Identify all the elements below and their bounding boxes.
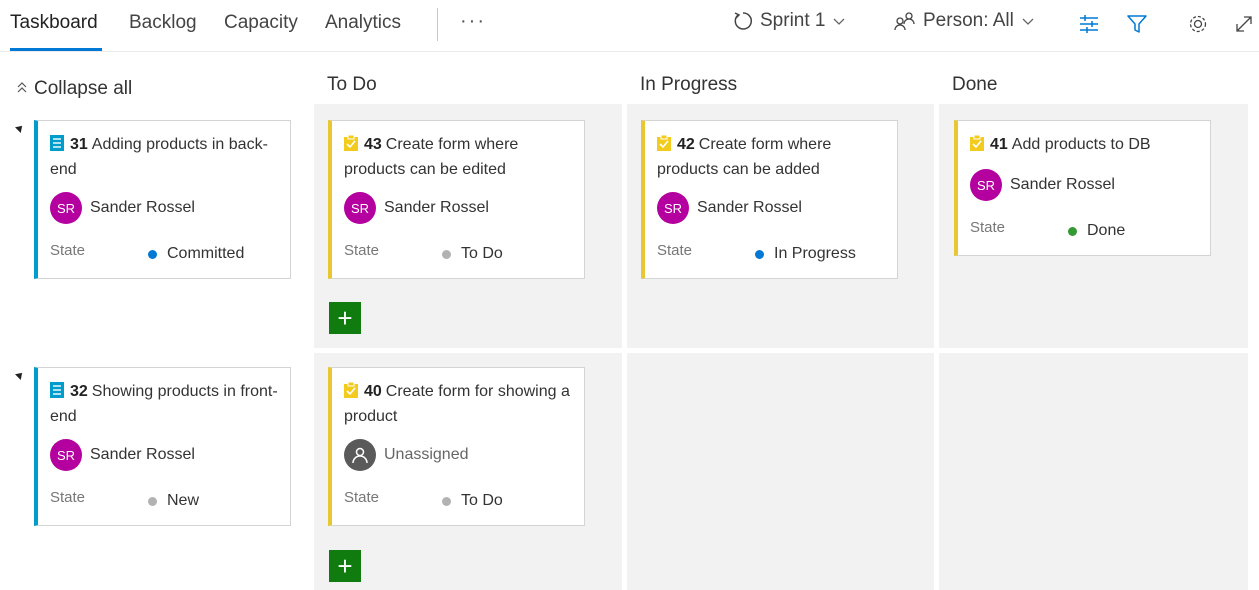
lane-cell-row2-done — [939, 353, 1248, 590]
chevron-down-icon — [1020, 13, 1036, 29]
tab-taskboard[interactable]: Taskboard — [10, 12, 98, 34]
avatar: SR — [344, 192, 376, 224]
settings-sliders-icon[interactable] — [1075, 10, 1103, 38]
avatar: SR — [50, 192, 82, 224]
work-item-id[interactable]: 32 — [70, 383, 88, 400]
card-title: 32 Showing products in front-end — [50, 380, 282, 428]
chevron-down-icon — [831, 13, 847, 29]
tab-divider — [437, 8, 438, 41]
expand-icon[interactable] — [1230, 10, 1258, 38]
work-item-id[interactable]: 42 — [677, 136, 695, 153]
state-text: Committed — [167, 245, 245, 262]
state-label: State — [50, 489, 86, 506]
person-icon — [893, 10, 917, 32]
sprint-icon — [732, 10, 754, 32]
state-text: In Progress — [774, 245, 856, 262]
collapse-icon — [16, 78, 28, 100]
collapse-all-button[interactable]: Collapse all — [16, 78, 132, 100]
state-text: Done — [1087, 222, 1126, 239]
task-clipboard-icon — [657, 134, 671, 158]
tab-backlog[interactable]: Backlog — [129, 12, 197, 34]
card-title: 41 Add products to DB — [970, 133, 1202, 158]
work-item-id[interactable]: 43 — [364, 136, 382, 153]
assignee[interactable]: SR Sander Rossel — [344, 192, 489, 224]
active-tab-indicator — [10, 48, 102, 51]
state-text: To Do — [461, 492, 503, 509]
state-value[interactable]: To Do — [442, 492, 503, 510]
work-item-id[interactable]: 40 — [364, 383, 382, 400]
tab-capacity[interactable]: Capacity — [224, 12, 298, 34]
assignee-name: Unassigned — [384, 446, 469, 463]
add-task-button[interactable]: + — [329, 302, 361, 334]
backlog-item-icon — [50, 135, 64, 158]
collapse-all-label: Collapse all — [34, 78, 133, 99]
gear-icon[interactable] — [1184, 10, 1212, 38]
sprint-label: Sprint 1 — [760, 10, 826, 31]
avatar: SR — [970, 169, 1002, 201]
sprint-picker[interactable]: Sprint 1 — [732, 10, 847, 32]
task-card[interactable]: 40 Create form for showing a product Unas… — [328, 367, 585, 526]
column-header-in-progress: In Progress — [640, 74, 738, 95]
column-header-todo: To Do — [327, 74, 377, 95]
assignee-name: Sander Rossel — [384, 199, 489, 216]
state-text: To Do — [461, 245, 503, 262]
unassigned-avatar-icon — [344, 439, 376, 471]
state-label: State — [344, 242, 380, 259]
card-title: 31 Adding products in back-end — [50, 133, 282, 181]
more-options-button[interactable]: ··· — [460, 10, 486, 33]
state-dot-new — [148, 496, 157, 506]
avatar: SR — [50, 439, 82, 471]
task-clipboard-icon — [970, 134, 984, 158]
task-clipboard-icon — [344, 134, 358, 158]
state-value[interactable]: New — [148, 492, 199, 510]
row-expander-icon[interactable] — [15, 370, 25, 380]
assignee[interactable]: SR Sander Rossel — [970, 169, 1115, 201]
column-header-done: Done — [952, 74, 998, 95]
assignee-name: Sander Rossel — [697, 199, 802, 216]
state-value[interactable]: In Progress — [755, 245, 856, 263]
backlog-item-icon — [50, 382, 64, 405]
state-dot-in-progress — [755, 249, 764, 259]
pbi-card[interactable]: 31 Adding products in back-end SR Sander … — [34, 120, 291, 279]
avatar: SR — [657, 192, 689, 224]
state-text: New — [167, 492, 200, 509]
state-value[interactable]: To Do — [442, 245, 503, 263]
state-dot-todo — [442, 249, 451, 259]
add-task-button[interactable]: + — [329, 550, 361, 582]
work-item-id[interactable]: 31 — [70, 136, 88, 153]
work-item-id[interactable]: 41 — [990, 136, 1008, 153]
state-label: State — [50, 242, 86, 259]
state-dot-todo — [442, 496, 451, 506]
state-dot-committed — [148, 249, 157, 259]
card-title: 40 Create form for showing a product — [344, 380, 576, 428]
task-card[interactable]: 42 Create form where products can be adde… — [641, 120, 898, 279]
task-clipboard-icon — [344, 381, 358, 405]
assignee-name: Sander Rossel — [90, 199, 195, 216]
card-title: 43 Create form where products can be edit… — [344, 133, 576, 181]
person-filter[interactable]: Person: All — [893, 10, 1036, 32]
state-dot-done — [1068, 226, 1077, 236]
filter-icon[interactable] — [1123, 10, 1151, 38]
assignee-name: Sander Rossel — [90, 446, 195, 463]
row-expander-icon[interactable] — [15, 123, 25, 133]
pbi-card[interactable]: 32 Showing products in front-end SR Sande… — [34, 367, 291, 526]
state-label: State — [970, 219, 1006, 236]
state-label: State — [344, 489, 380, 506]
task-card[interactable]: 41 Add products to DB SR Sander Rossel St… — [954, 120, 1211, 256]
state-value[interactable]: Done — [1068, 222, 1125, 240]
state-label: State — [657, 242, 693, 259]
top-navigation-bar: Taskboard Backlog Capacity Analytics ···… — [0, 0, 1259, 52]
task-card[interactable]: 43 Create form where products can be edit… — [328, 120, 585, 279]
assignee[interactable]: SR Sander Rossel — [50, 192, 195, 224]
card-title: 42 Create form where products can be adde… — [657, 133, 889, 181]
assignee[interactable]: SR Sander Rossel — [50, 439, 195, 471]
state-value[interactable]: Committed — [148, 245, 244, 263]
assignee[interactable]: Unassigned — [344, 439, 469, 471]
tab-analytics[interactable]: Analytics — [325, 12, 401, 34]
assignee[interactable]: SR Sander Rossel — [657, 192, 802, 224]
work-item-title[interactable]: Add products to DB — [1012, 136, 1151, 153]
lane-cell-row2-in-progress — [627, 353, 934, 590]
person-filter-label: Person: All — [923, 10, 1014, 31]
assignee-name: Sander Rossel — [1010, 176, 1115, 193]
